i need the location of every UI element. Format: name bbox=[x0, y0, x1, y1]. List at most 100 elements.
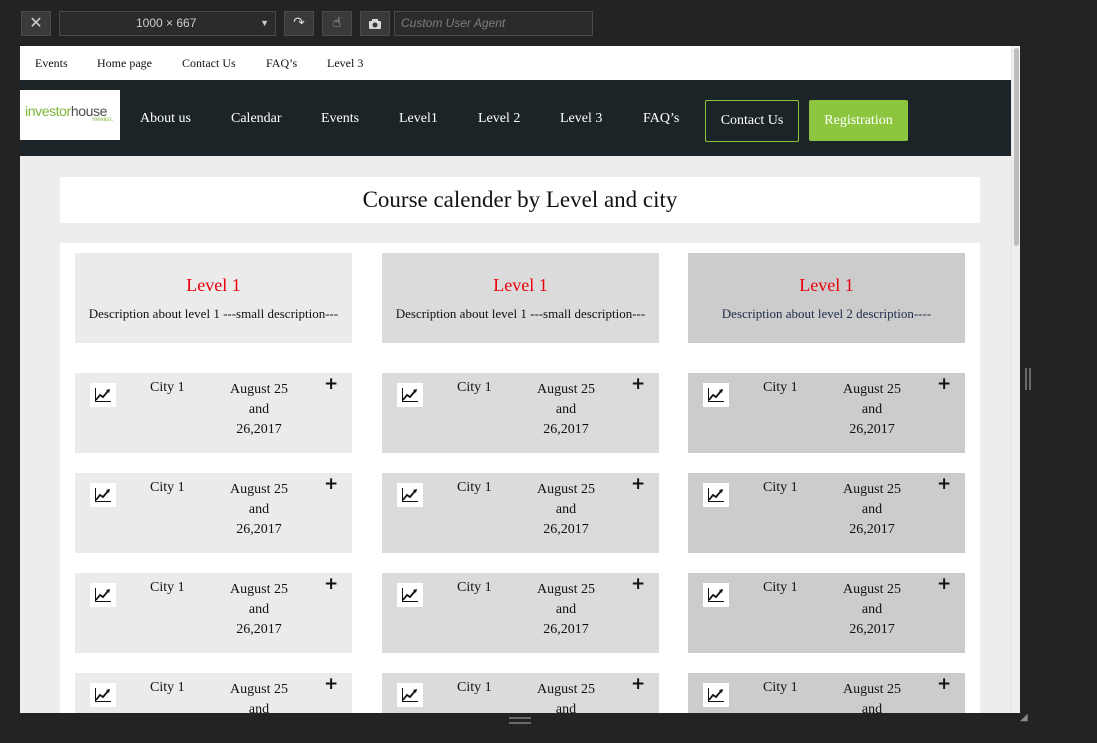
city-name: City 1 bbox=[150, 680, 185, 695]
city-date: August 25and26,2017 bbox=[832, 680, 912, 713]
touch-icon[interactable]: ☝ bbox=[322, 11, 352, 36]
city-name: City 1 bbox=[457, 380, 492, 395]
level-title: Level 1 bbox=[493, 275, 548, 295]
level-title: Level 1 bbox=[799, 275, 854, 295]
nav-level3[interactable]: Level 3 bbox=[560, 111, 602, 127]
scrollbar-thumb[interactable] bbox=[1014, 48, 1019, 246]
city-date: August 25and26,2017 bbox=[526, 680, 606, 713]
plus-icon[interactable]: + bbox=[631, 374, 645, 394]
city-card[interactable]: City 1August 25and26,2017+ bbox=[75, 373, 352, 453]
device-toolbar: ✕ 1000 × 667 ▼ ↷ ☝ Custom User Agent bbox=[0, 0, 1097, 46]
city-card[interactable]: City 1August 25and26,2017+ bbox=[382, 573, 659, 653]
date-line: and bbox=[248, 702, 270, 713]
plus-icon[interactable]: + bbox=[631, 674, 645, 694]
city-card[interactable]: City 1 August 25 and 26,2017 + bbox=[688, 473, 965, 553]
date-line: August 25 bbox=[537, 482, 595, 497]
close-icon[interactable]: ✕ bbox=[21, 11, 51, 36]
user-agent-input[interactable]: Custom User Agent bbox=[394, 11, 593, 36]
date-line: 26,2017 bbox=[236, 522, 282, 537]
city-date: August 25and26,2017 bbox=[219, 480, 299, 540]
date-line: and bbox=[861, 602, 883, 617]
city-card[interactable]: City 1August 25and26,2017+ bbox=[382, 673, 659, 713]
date-line: August 25 bbox=[230, 582, 288, 597]
date-line: August 25 bbox=[537, 582, 595, 597]
plus-icon[interactable]: + bbox=[631, 574, 645, 594]
logo-sub: méxico. bbox=[92, 117, 113, 123]
date-line: and bbox=[861, 402, 883, 417]
city-name: City 1 bbox=[457, 580, 492, 595]
topnav-faq[interactable]: FAQ’s bbox=[266, 56, 297, 71]
date-line: August 25 bbox=[843, 482, 901, 497]
plus-icon[interactable]: + bbox=[631, 474, 645, 494]
date-line: and bbox=[861, 702, 883, 713]
topnav-events[interactable]: Events bbox=[35, 56, 68, 71]
city-date: August 25and26,2017 bbox=[526, 380, 606, 440]
level-card: Level 1 Description about level 1 ---smal… bbox=[75, 253, 352, 343]
chart-line-icon bbox=[397, 683, 423, 707]
main-nav: investorhouse méxico. About us Calendar … bbox=[20, 80, 1020, 156]
date-line: 26,2017 bbox=[543, 422, 589, 437]
city-card[interactable]: City 1August 25and26,2017+ bbox=[688, 373, 965, 453]
plus-icon[interactable]: + bbox=[324, 574, 338, 594]
city-date: August 25and26,2017 bbox=[219, 380, 299, 440]
city-card[interactable]: City 1August 25and26,2017+ bbox=[75, 473, 352, 553]
plus-icon[interactable]: + bbox=[937, 374, 951, 394]
resize-handle-bottom[interactable] bbox=[509, 717, 531, 724]
resize-handle-corner[interactable]: ◢ bbox=[1020, 713, 1030, 723]
date-line: August 25 bbox=[230, 382, 288, 397]
level-card: Level 1 Description about level 1 ---smal… bbox=[382, 253, 659, 343]
chart-line-icon bbox=[397, 383, 423, 407]
city-date: August 25and26,2017 bbox=[219, 680, 299, 713]
topnav-level3[interactable]: Level 3 bbox=[327, 56, 363, 71]
topnav-contact[interactable]: Contact Us bbox=[182, 56, 236, 71]
rotate-icon[interactable]: ↷ bbox=[284, 11, 314, 36]
dimensions-select[interactable]: 1000 × 667 ▼ bbox=[59, 11, 276, 36]
city-card[interactable]: City 1 August 25and26,2017 + bbox=[382, 473, 659, 553]
nav-calendar[interactable]: Calendar bbox=[231, 111, 282, 127]
nav-faq[interactable]: FAQ’s bbox=[643, 111, 679, 127]
chart-line-icon bbox=[90, 683, 116, 707]
city-name: City 1 bbox=[150, 580, 185, 595]
level-card: Level 1 Description about level 2 descrip… bbox=[688, 253, 965, 343]
plus-icon[interactable]: + bbox=[937, 474, 951, 494]
resize-handle-right[interactable] bbox=[1025, 368, 1031, 390]
scrollbar[interactable] bbox=[1011, 46, 1020, 713]
nav-events[interactable]: Events bbox=[321, 111, 359, 127]
plus-icon[interactable]: + bbox=[937, 674, 951, 694]
date-line: 26,2017 bbox=[849, 522, 895, 537]
city-date: August 25and26,2017 bbox=[526, 480, 606, 540]
date-line: 26,2017 bbox=[236, 622, 282, 637]
plus-icon[interactable]: + bbox=[324, 474, 338, 494]
date-line: 26,2017 bbox=[543, 622, 589, 637]
camera-icon[interactable] bbox=[360, 11, 390, 36]
city-name: City 1 bbox=[457, 480, 492, 495]
city-card[interactable]: City 1August 25and26,2017+ bbox=[75, 573, 352, 653]
registration-button[interactable]: Registration bbox=[809, 100, 908, 141]
plus-icon[interactable]: + bbox=[937, 574, 951, 594]
city-card[interactable]: City 1August 25and26,2017+ bbox=[688, 673, 965, 713]
nav-level1[interactable]: Level1 bbox=[399, 111, 438, 127]
date-line: and bbox=[861, 502, 883, 517]
topnav-home[interactable]: Home page bbox=[97, 56, 152, 71]
date-line: and bbox=[248, 402, 270, 417]
plus-icon[interactable]: + bbox=[324, 374, 338, 394]
city-card[interactable]: City 1 August 25and26,2017 + bbox=[382, 373, 659, 453]
plus-icon[interactable]: + bbox=[324, 674, 338, 694]
calendar-grid: Level 1 Description about level 1 ---smal… bbox=[60, 243, 980, 713]
page-title: Course calender by Level and city bbox=[362, 187, 678, 212]
city-card[interactable]: City 1 August 25and26,2017 + bbox=[75, 673, 352, 713]
title-box: Course calender by Level and city bbox=[60, 177, 980, 223]
nav-about[interactable]: About us bbox=[140, 111, 191, 127]
city-card[interactable]: City 1August 25and26,2017+ bbox=[688, 573, 965, 653]
date-line: August 25 bbox=[537, 682, 595, 697]
level-description: Description about level 1 ---small descr… bbox=[88, 306, 339, 321]
contact-button[interactable]: Contact Us bbox=[705, 100, 799, 142]
logo[interactable]: investorhouse méxico. bbox=[20, 90, 120, 140]
date-line: August 25 bbox=[843, 682, 901, 697]
date-line: August 25 bbox=[843, 582, 901, 597]
date-line: August 25 bbox=[843, 382, 901, 397]
city-name: City 1 bbox=[763, 480, 798, 495]
city-date: August 25and26,2017 bbox=[832, 380, 912, 440]
nav-level2[interactable]: Level 2 bbox=[478, 111, 520, 127]
chart-line-icon bbox=[90, 483, 116, 507]
